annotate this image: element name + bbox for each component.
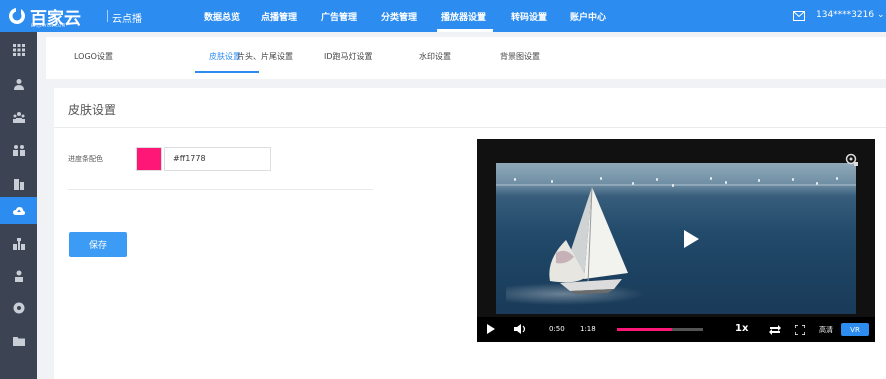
product-name: 云点播	[112, 14, 142, 25]
tab-marquee-settings[interactable]: ID跑马灯设置	[324, 51, 373, 62]
topnav-player-settings[interactable]: 播放器设置	[441, 10, 486, 23]
screenshot-icon[interactable]	[845, 153, 859, 167]
circle-icon	[13, 302, 24, 313]
logo-icon	[9, 7, 25, 24]
video-frame[interactable]	[496, 163, 856, 314]
color-swatch[interactable]	[136, 147, 162, 171]
mail-icon[interactable]	[793, 11, 805, 21]
topnav-vod-manage[interactable]: 点播管理	[261, 10, 297, 23]
quality-selector[interactable]: 高清	[819, 325, 833, 335]
sidebar-item-grid[interactable]	[0, 36, 37, 63]
tab-intro-outro-settings[interactable]: 片头、片尾设置	[237, 51, 293, 62]
player-controls: 0:50 1:18 1x 高清 VR	[477, 317, 875, 342]
tab-watermark-settings[interactable]: 水印设置	[419, 51, 451, 62]
loop-icon[interactable]	[769, 325, 781, 335]
sidebar-item-building[interactable]	[0, 170, 37, 197]
folder-icon	[12, 336, 25, 346]
logo-separator	[107, 10, 108, 22]
player-preview: 0:50 1:18 1x 高清 VR	[477, 139, 875, 342]
sidebar-item-folder[interactable]	[0, 327, 37, 354]
progress-bar-fill	[617, 328, 673, 331]
sidebar-item-person[interactable]	[0, 262, 37, 289]
sailboat-image	[549, 186, 628, 294]
topnav-data-overview[interactable]: 数据总览	[204, 10, 240, 23]
grid-icon	[12, 43, 25, 56]
distant-boat	[836, 177, 838, 180]
sidebar-item-user[interactable]	[0, 70, 37, 97]
sidebar-item-cloud[interactable]	[0, 197, 37, 224]
sidebar-item-group[interactable]	[0, 103, 37, 130]
sidebar-item-circle[interactable]	[0, 294, 37, 321]
topnav-transcode-settings[interactable]: 转码设置	[511, 10, 547, 23]
distant-boat	[710, 177, 712, 180]
tab-background-settings[interactable]: 背景图设置	[500, 51, 540, 62]
user-account-menu[interactable]: 134****3216 ⌄	[816, 10, 884, 20]
person-icon	[14, 270, 23, 282]
distant-boat	[725, 181, 727, 184]
progress-bar[interactable]	[617, 328, 703, 331]
current-time: 0:50	[549, 325, 565, 333]
vr-badge[interactable]: VR	[841, 323, 869, 336]
distant-boat	[514, 178, 516, 181]
team-icon	[12, 144, 25, 156]
top-bar: 百家云 BAIJIAYUN.COM 云点播 数据总览 点播管理 广告管理 分类管…	[0, 0, 886, 32]
distant-boat	[551, 180, 553, 183]
hex-color-input[interactable]	[173, 154, 263, 163]
topnav-account-center[interactable]: 账户中心	[570, 10, 606, 23]
section-title: 皮肤设置	[68, 103, 117, 117]
sidebar	[0, 32, 37, 379]
distant-boat	[816, 182, 818, 185]
group-icon	[12, 111, 25, 123]
cloud-icon	[12, 206, 25, 215]
play-icon[interactable]	[487, 324, 495, 334]
progress-color-label: 进度条配色	[68, 155, 103, 163]
tab-active-indicator	[195, 71, 259, 73]
tab-logo-settings[interactable]: LOGO设置	[74, 51, 113, 62]
duration: 1:18	[580, 325, 596, 333]
topnav-category-manage[interactable]: 分类管理	[381, 10, 417, 23]
playback-speed[interactable]: 1x	[735, 323, 748, 334]
form-divider	[68, 189, 373, 190]
distant-boat	[758, 179, 760, 182]
volume-icon[interactable]	[514, 324, 526, 334]
sidebar-item-team[interactable]	[0, 136, 37, 163]
brand-sub: BAIJIAYUN.COM	[31, 23, 66, 28]
save-button[interactable]: 保存	[69, 232, 127, 257]
building-icon	[13, 178, 24, 190]
play-overlay-icon[interactable]	[682, 229, 700, 249]
section-divider	[54, 127, 886, 128]
hex-color-field[interactable]	[164, 147, 271, 171]
topnav-active-indicator	[437, 29, 493, 32]
org-icon	[12, 237, 25, 250]
fullscreen-icon[interactable]	[795, 325, 805, 335]
topnav-ad-manage[interactable]: 广告管理	[321, 10, 357, 23]
sidebar-item-org[interactable]	[0, 230, 37, 257]
user-icon	[13, 78, 24, 90]
distant-boat	[656, 178, 658, 181]
distant-boat	[600, 177, 602, 180]
distant-boat	[792, 178, 794, 181]
distant-boat	[672, 184, 674, 187]
settings-tabs: LOGO设置 皮肤设置 片头、片尾设置 ID跑马灯设置 水印设置 背景图设置	[46, 37, 886, 79]
